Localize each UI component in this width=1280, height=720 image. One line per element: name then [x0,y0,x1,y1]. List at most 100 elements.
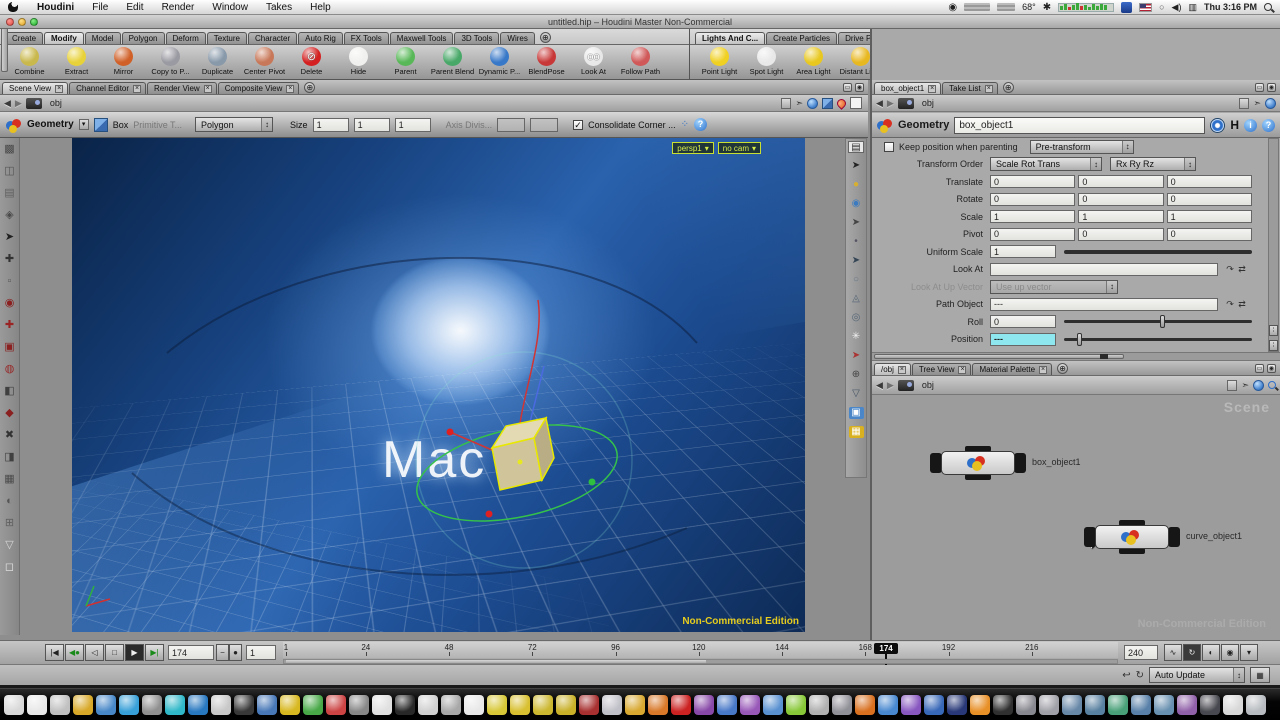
dock-app-46-icon[interactable] [1062,695,1082,715]
timeline-ruler[interactable]: 124487296120144168192216174 [283,642,1118,658]
network-context-icon[interactable] [26,98,42,109]
tab-close-icon[interactable]: × [55,85,63,93]
dock-app-1-icon[interactable] [27,695,47,715]
network-path[interactable]: obj [918,379,1224,392]
look-at-up-dropdown[interactable]: Use up vector↕ [990,280,1118,294]
left-tool-7-icon[interactable]: ◉ [3,296,17,310]
tab-close-icon[interactable]: × [286,85,294,93]
left-tool-10-icon[interactable]: ◍ [3,362,17,376]
left-tool-19-icon[interactable]: ◻ [3,560,17,574]
dock-app-19-icon[interactable] [441,695,461,715]
primitive-mode-dropdown[interactable]: Polygon↕ [195,117,273,132]
network-back-icon[interactable]: ◀ [876,380,883,391]
param-pivot-x-field[interactable]: 0 [990,228,1075,241]
param-global-icon[interactable] [1265,98,1276,109]
timeline-scroll-thumb[interactable] [286,660,706,663]
right-tool-15-icon[interactable]: ▦ [849,426,864,438]
audio-button[interactable]: ∿ [1164,644,1182,661]
shelf-tab-create[interactable]: Create [5,32,43,44]
scene-pane-pane-menu-button[interactable]: ◉ [855,83,864,92]
dock-app-17-icon[interactable] [395,695,415,715]
timeline-scrollbar[interactable] [283,659,1118,664]
roll-slider[interactable] [1064,320,1252,323]
shelf-tool-dynamic-p[interactable]: Dynamic P... [476,47,523,79]
size-x-field[interactable]: 1 [313,118,349,132]
shelf-left-add-tab-button[interactable]: ⊕ [540,32,551,43]
uniform-scale-field[interactable]: 1 [990,245,1056,258]
dock-app-23-icon[interactable] [533,695,553,715]
param-pane-pane-menu-button[interactable]: ◉ [1267,83,1276,92]
left-tool-18-icon[interactable]: ▽ [3,538,17,552]
context-dropdown-button[interactable]: ▾ [79,119,89,130]
tab-close-icon[interactable]: × [1039,366,1047,374]
scene-pane-tab-composite-view[interactable]: Composite View× [218,82,300,94]
shelf-tab-polygon[interactable]: Polygon [122,32,165,44]
menu-file[interactable]: File [83,2,117,13]
range-start-field[interactable]: 1 [246,645,276,660]
keep-position-checkbox[interactable] [884,142,894,152]
dock-app-43-icon[interactable] [993,695,1013,715]
shelf-tool-follow-path[interactable]: Follow Path [617,47,664,79]
shelf-tab-character[interactable]: Character [248,32,297,44]
play-button[interactable]: ▶ [125,644,144,661]
shelf-tool-delete[interactable]: ⊘Delete [288,47,335,79]
back-arrow-icon[interactable]: ◀ [4,98,11,109]
shelf-tab-texture[interactable]: Texture [207,32,247,44]
left-tool-4-icon[interactable]: ➤ [3,230,17,244]
tab-close-icon[interactable]: × [928,85,936,93]
refresh-icon[interactable]: ↻ [1136,670,1144,681]
dock-app-37-icon[interactable] [855,695,875,715]
param-scale-x-field[interactable]: 1 [990,210,1075,223]
scene-path[interactable]: obj [46,97,778,110]
node-body[interactable] [1095,525,1169,549]
auto-update-dropdown[interactable]: Auto Update↕ [1149,667,1245,683]
param-path-options-button[interactable] [1239,98,1249,109]
scene-pane-tab-render-view[interactable]: Render View× [147,82,217,94]
viewport-3d[interactable]: Mac persp1▾ no cam▾ Non-Commercial Editi… [72,138,805,632]
menu-help[interactable]: Help [301,2,340,13]
dock-app-7-icon[interactable] [165,695,185,715]
dock-app-9-icon[interactable] [211,695,231,715]
position-slider[interactable] [1064,338,1252,341]
menu-window[interactable]: Window [203,2,257,13]
menu-houdini[interactable]: Houdini [28,2,83,13]
position-slider-handle[interactable] [1077,333,1082,346]
network-pane-add-tab-button[interactable]: ⊕ [1057,363,1068,374]
playhead[interactable]: 174 [874,643,898,654]
node-right-flags[interactable] [1168,527,1180,547]
bluetooth-icon[interactable]: ○ [1159,2,1164,12]
snap-marker-icon[interactable] [835,97,848,110]
menubar-clock[interactable]: Thu 3:16 PM [1204,2,1257,12]
network-global-icon[interactable] [1253,380,1264,391]
param-scroll-dot-button-1[interactable]: ∶ [1269,325,1278,336]
left-tool-16-icon[interactable]: ◐ [3,494,17,508]
right-tool-14-icon[interactable]: ▣ [849,407,864,419]
frame-increment-button[interactable]: ● [229,644,242,661]
pin-path-icon[interactable]: ➣ [795,98,803,109]
dock-app-16-icon[interactable] [372,695,392,715]
node-info-button[interactable]: i [1244,119,1257,132]
shelf-tool-parent[interactable]: Parent [382,47,429,79]
dock-app-26-icon[interactable] [602,695,622,715]
network-forward-icon[interactable]: ▶ [887,380,894,391]
node-help-button[interactable]: ? [1262,119,1275,132]
param-translate-y-field[interactable]: 0 [1078,175,1163,188]
path-object-jump-icon[interactable]: ⇄ [1236,298,1248,310]
color-swatch[interactable] [850,97,862,109]
right-tool-3-icon[interactable]: ◉ [849,198,863,210]
param-rotate-z-field[interactable]: 0 [1167,193,1252,206]
shelf-tool-look-at[interactable]: ooLook At [570,47,617,79]
network-pane-tab-material-palette[interactable]: Material Palette× [972,363,1052,375]
scene-pane-maximize-pane-button[interactable]: ▭ [843,83,852,92]
network-node-box-object1[interactable]: box_object1 [930,448,1026,478]
param-pivot-z-field[interactable]: 0 [1167,228,1252,241]
left-tool-5-icon[interactable]: ✚ [3,252,17,266]
dock-app-0-icon[interactable] [4,695,24,715]
dock-app-4-icon[interactable] [96,695,116,715]
param-translate-x-field[interactable]: 0 [990,175,1075,188]
param-translate-z-field[interactable]: 0 [1167,175,1252,188]
dock-app-41-icon[interactable] [947,695,967,715]
menu-edit[interactable]: Edit [117,2,152,13]
scene-pane-add-tab-button[interactable]: ⊕ [304,82,315,93]
right-tool-2-icon[interactable]: ● [849,179,863,191]
